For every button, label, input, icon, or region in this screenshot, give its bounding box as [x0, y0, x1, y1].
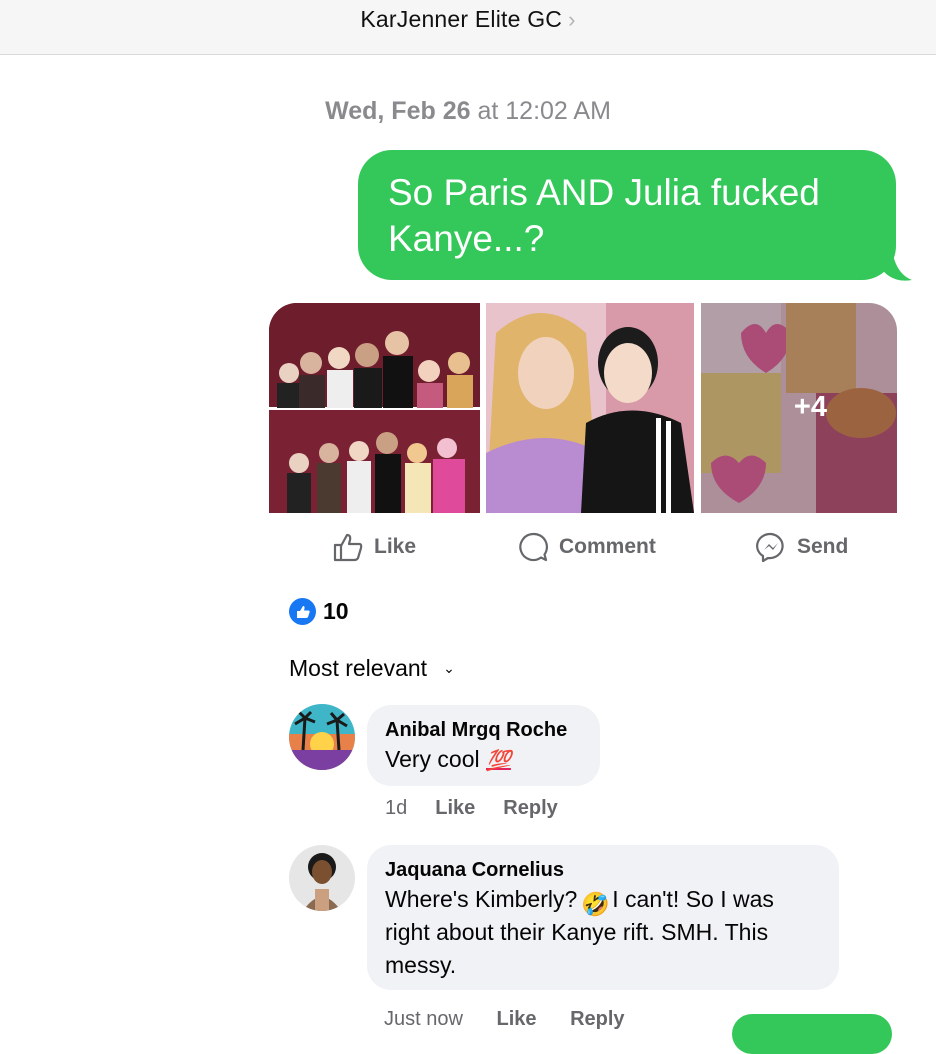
comment-time: Just now	[384, 1008, 463, 1030]
send-button[interactable]: Send	[755, 526, 848, 568]
comment-bubble[interactable]: Jaquana Cornelius Where's Kimberly? 🤣 I ca…	[367, 845, 839, 990]
avatar[interactable]	[289, 845, 355, 911]
bubble-tail-icon	[878, 250, 912, 281]
next-sent-message-bubble[interactable]	[732, 1014, 892, 1054]
more-photos-count: +4	[793, 391, 827, 423]
avatar[interactable]	[289, 704, 355, 770]
rolling-laughing-emoji-icon: 🤣	[581, 891, 610, 917]
group-name: KarJenner Elite GC	[360, 6, 563, 32]
comment-like-button[interactable]: Like	[497, 1008, 537, 1030]
commenter-name[interactable]: Anibal Mrgq Roche	[385, 717, 582, 743]
chevron-down-icon: ⌄	[443, 660, 455, 676]
timestamp-time: at 12:02 AM	[477, 97, 611, 125]
comment-sort-dropdown[interactable]: Most relevant ⌄	[289, 655, 455, 682]
post-action-bar: Like Comment Send	[269, 526, 897, 568]
comment-label: Comment	[559, 535, 656, 558]
comment-icon	[519, 532, 548, 562]
comment-text: Very cool 💯	[385, 743, 582, 778]
comment-reply-button[interactable]: Reply	[503, 797, 557, 820]
shared-photo-grid: +4	[269, 303, 897, 513]
photo-pink-fries[interactable]: +4	[701, 303, 897, 513]
conversation-title[interactable]: KarJenner Elite GC ›	[0, 6, 936, 33]
sort-label: Most relevant	[289, 655, 428, 681]
like-button[interactable]: Like	[332, 526, 416, 568]
comment-meta: 1d Like Reply	[385, 797, 586, 820]
messenger-icon	[756, 532, 784, 563]
like-reaction-icon	[289, 598, 316, 625]
like-label: Like	[374, 535, 417, 558]
comment-reply-button[interactable]: Reply	[570, 1008, 624, 1030]
comment-bubble[interactable]: Anibal Mrgq Roche Very cool 💯	[367, 705, 600, 786]
photo-group-collage[interactable]	[269, 303, 480, 513]
reaction-count: 10	[323, 598, 349, 624]
sent-message-bubble[interactable]: So Paris AND Julia fucked Kanye...?	[358, 150, 896, 280]
comment-meta: Just now Like Reply	[384, 1008, 625, 1031]
conversation-header[interactable]: KarJenner Elite GC ›	[0, 0, 936, 55]
photo-two-women[interactable]	[486, 303, 694, 513]
comment-time: 1d	[385, 797, 408, 819]
send-label: Send	[797, 535, 849, 558]
comment-like-button[interactable]: Like	[435, 797, 475, 820]
comment-button[interactable]: Comment	[517, 526, 656, 568]
reaction-summary[interactable]: 10	[289, 598, 349, 625]
comment-text: Where's Kimberly? 🤣 I can't! So I was righ…	[385, 883, 821, 982]
comment-text-body: Very cool	[385, 746, 480, 772]
thumbs-up-icon	[333, 533, 363, 562]
timestamp-day: Wed, Feb 26	[325, 97, 471, 125]
chevron-right-icon: ›	[568, 7, 576, 32]
comment-text-body: Where's Kimberly?	[385, 886, 578, 912]
commenter-name[interactable]: Jaquana Cornelius	[385, 857, 821, 883]
hundred-emoji-icon: 💯	[486, 750, 511, 772]
message-timestamp: Wed, Feb 26 at 12:02 AM	[0, 97, 936, 126]
sent-message-text: So Paris AND Julia fucked Kanye...?	[388, 172, 820, 259]
